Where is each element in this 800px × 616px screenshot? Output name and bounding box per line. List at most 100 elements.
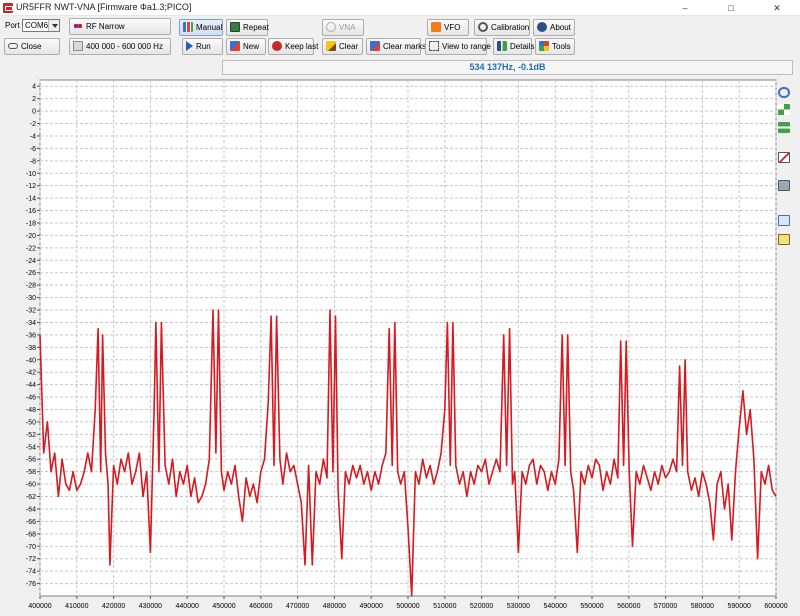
keep-last-button-label: Keep last: [285, 42, 319, 51]
y-tick-label: -60: [26, 482, 36, 489]
vna-button[interactable]: VNA: [322, 19, 364, 36]
window-title: UR5FFR NWT-VNA [Firmware Фа1.3;PICO]: [16, 2, 192, 12]
x-tick-label: 580000: [691, 603, 714, 610]
x-tick-label: 460000: [249, 603, 272, 610]
y-tick-label: -50: [26, 419, 36, 426]
x-tick-label: 530000: [507, 603, 530, 610]
sweep-chart[interactable]: 4 2 0 -2 -4 -6 -8 -10 -12 -14 -16 -18 -20 -22 -24 -26 -2…: [0, 77, 800, 616]
fit-button[interactable]: [776, 102, 792, 117]
x-tick-label: 420000: [102, 603, 125, 610]
run-button[interactable]: Run: [182, 38, 223, 55]
export-button[interactable]: [776, 232, 792, 247]
y-tick-label: -18: [26, 220, 36, 227]
y-tick-label: -56: [26, 457, 36, 464]
mode-icon: [73, 21, 83, 31]
y-tick-label: -46: [26, 395, 36, 402]
pin-icon: [272, 41, 282, 51]
chart-settings-button[interactable]: [776, 150, 792, 165]
y-tick-label: -70: [26, 544, 36, 551]
port-label: Port: [5, 21, 20, 30]
y-tick-label: -8: [30, 158, 36, 165]
x-tick-label: 540000: [544, 603, 567, 610]
display-button[interactable]: [776, 178, 792, 193]
x-tick-label: 560000: [617, 603, 640, 610]
vfo-button[interactable]: VFO: [427, 19, 469, 36]
repeat-button[interactable]: Repeat: [226, 19, 269, 36]
chart-settings-icon: [778, 152, 790, 163]
y-tick-label: -68: [26, 531, 36, 538]
zoom-icon: [778, 87, 790, 98]
y-tick-label: -66: [26, 519, 36, 526]
details-button[interactable]: Details: [493, 38, 535, 55]
y-tick-label: -14: [26, 196, 36, 203]
vertical-scale-button[interactable]: [776, 120, 792, 135]
x-tick-label: 500000: [396, 603, 419, 610]
view-to-range-button-label: View to range: [442, 42, 491, 51]
view-to-range-button[interactable]: View to range: [425, 38, 491, 55]
tools-icon: [539, 41, 549, 51]
vfo-button-label: VFO: [444, 23, 461, 32]
y-tick-label: 2: [32, 96, 36, 103]
vna-icon: [326, 22, 336, 32]
y-tick-label: 4: [32, 84, 36, 91]
details-icon: [497, 41, 507, 51]
y-tick-label: -58: [26, 469, 36, 476]
about-button[interactable]: About: [533, 19, 575, 36]
close-port-button[interactable]: Close: [4, 38, 60, 55]
y-tick-label: -38: [26, 345, 36, 352]
y-tick-label: -48: [26, 407, 36, 414]
frequency-range-label: 400 000 - 600 000 Hz: [86, 42, 163, 51]
y-tick-label: -6: [30, 146, 36, 153]
marker-readout: 534 137Hz, -0.1dB: [222, 60, 793, 75]
y-tick-label: -32: [26, 308, 36, 315]
bar-chart-icon: [183, 22, 193, 32]
clear-marks-icon: [370, 41, 380, 51]
x-tick-label: 430000: [139, 603, 162, 610]
broom-icon: [326, 41, 336, 51]
details-button-label: Details: [510, 42, 535, 51]
repeat-button-label: Repeat: [243, 23, 269, 32]
range-icon: [73, 41, 83, 51]
info-icon: [537, 22, 547, 32]
fit-icon: [778, 104, 790, 115]
y-tick-label: -26: [26, 270, 36, 277]
gear-icon: [478, 22, 488, 32]
copy-icon: [778, 215, 790, 226]
zoom-button[interactable]: [776, 85, 792, 100]
mode-button[interactable]: RF Narrow: [69, 18, 171, 35]
clear-marks-button-label: Clear marks: [383, 42, 427, 51]
close-window-button[interactable]: ✕: [754, 0, 800, 16]
title-bar[interactable]: UR5FFR NWT-VNA [Firmware Фа1.3;PICO] – □…: [0, 0, 800, 16]
y-tick-label: -16: [26, 208, 36, 215]
about-button-label: About: [550, 23, 571, 32]
y-tick-label: -72: [26, 556, 36, 563]
y-tick-label: -2: [30, 121, 36, 128]
x-tick-label: 600000: [764, 603, 787, 610]
vna-button-label: VNA: [339, 23, 356, 32]
x-tick-label: 590000: [728, 603, 751, 610]
calibration-button[interactable]: Calibration: [474, 19, 530, 36]
x-tick-label: 510000: [433, 603, 456, 610]
y-tick-label: -74: [26, 569, 36, 576]
new-button[interactable]: New: [226, 38, 266, 55]
clear-marks-button[interactable]: Clear marks: [366, 38, 426, 55]
keep-last-button[interactable]: Keep last: [268, 38, 318, 55]
copy-button[interactable]: [776, 213, 792, 228]
x-tick-label: 480000: [323, 603, 346, 610]
port-select[interactable]: COM6: [22, 19, 60, 32]
manual-button[interactable]: Manual: [179, 19, 223, 36]
clear-button[interactable]: Clear: [322, 38, 363, 55]
export-icon: [778, 234, 790, 245]
rss-icon: [431, 22, 441, 32]
minimize-button[interactable]: –: [662, 0, 708, 16]
y-tick-label: -34: [26, 320, 36, 327]
calibration-button-label: Calibration: [491, 23, 530, 32]
tools-button[interactable]: Tools: [535, 38, 575, 55]
repeat-icon: [230, 22, 240, 32]
y-tick-label: -24: [26, 258, 36, 265]
y-tick-label: -22: [26, 245, 36, 252]
frequency-range-button[interactable]: 400 000 - 600 000 Hz: [69, 38, 171, 55]
manual-button-label: Manual: [196, 23, 223, 32]
y-tick-label: -64: [26, 506, 36, 513]
maximize-button[interactable]: □: [708, 0, 754, 16]
